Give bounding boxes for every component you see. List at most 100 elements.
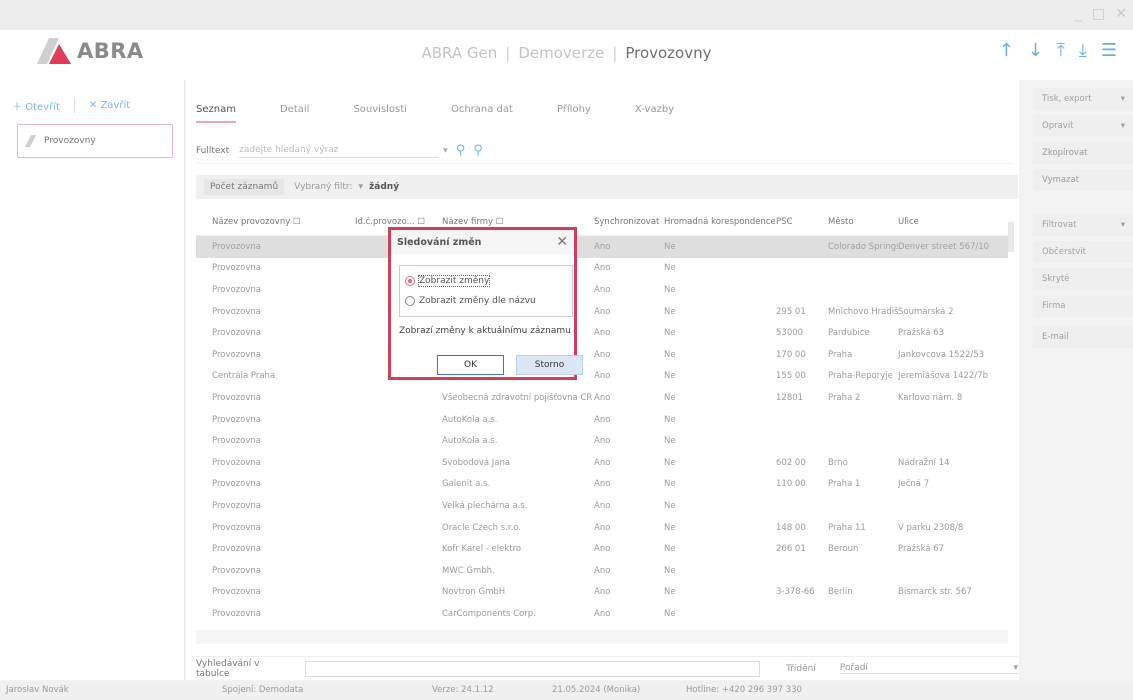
table-cell: Ano bbox=[594, 371, 611, 382]
table-cell: Jankovcova 1522/53 bbox=[898, 349, 985, 360]
col-header[interactable]: Město bbox=[828, 217, 898, 227]
radio-label: Zobrazit změny bbox=[417, 275, 491, 287]
fulltext-input[interactable]: zadejte hledaný výraz bbox=[239, 143, 440, 158]
col-header[interactable]: PSČ bbox=[776, 217, 828, 227]
ok-button[interactable]: OK bbox=[437, 355, 504, 375]
arrow-top-icon[interactable]: ⤒ bbox=[1057, 40, 1065, 61]
search-icon[interactable]: ⚲ bbox=[456, 143, 466, 158]
filter-button[interactable]: Filtrovat ▾ bbox=[1033, 214, 1133, 236]
delete-button[interactable]: Vymazat bbox=[1033, 169, 1133, 191]
col-header[interactable]: Název firmy ☐ bbox=[442, 217, 594, 227]
firm-button[interactable]: Firma bbox=[1033, 295, 1133, 317]
fulltext-bar: Fulltext zadejte hledaný výraz ▾ ⚲ ⚲ bbox=[196, 138, 1011, 164]
table-cell: 295 01 bbox=[776, 306, 806, 317]
table-row[interactable]: Provozovna Svobodová Jana Ano Ne 602 00 Brno N… bbox=[196, 452, 1008, 474]
table-cell: Ano bbox=[594, 565, 611, 576]
table-cell: 53000 bbox=[776, 328, 804, 339]
col-header[interactable]: Synchronizovat bbox=[594, 217, 664, 227]
table-cell: Ano bbox=[594, 457, 611, 468]
radio-selected-icon bbox=[405, 276, 415, 286]
title-bar: _ □ ✕ bbox=[0, 0, 1133, 30]
advanced-search-icon[interactable]: ⚲ bbox=[473, 143, 483, 158]
tab-x-vazby[interactable]: X-vazby bbox=[635, 104, 674, 123]
open-button[interactable]: ＋ Otevřít bbox=[12, 98, 60, 113]
table-row[interactable]: Provozovna Ano Ne Colorado Springs Denver st… bbox=[196, 236, 1008, 258]
table-row[interactable]: Provozovna Ano Ne 295 01 Mnichovo Hradišti So… bbox=[196, 301, 1008, 323]
table-row[interactable]: Provozovna Ano Ne bbox=[196, 258, 1008, 280]
col-header[interactable]: Název provozovny ☐ bbox=[196, 217, 355, 227]
table-cell: Jeremiášova 1422/7b bbox=[898, 371, 988, 382]
table-row[interactable]: Provozovna AutoKola a.s. Ano Ne bbox=[196, 430, 1008, 452]
arrow-up-icon[interactable]: ↑ bbox=[999, 40, 1014, 61]
close-icon[interactable]: ✕ bbox=[556, 234, 568, 250]
arrow-down-icon[interactable]: ↓ bbox=[1028, 40, 1043, 61]
tab-prilohy[interactable]: Přílohy bbox=[557, 104, 591, 123]
table-row[interactable]: Provozovna Kofr Karel - elektro Ano Ne 266 0… bbox=[196, 538, 1008, 560]
maximize-button[interactable]: □ bbox=[1092, 6, 1105, 22]
table-row[interactable]: Provozovna MWC Gmbh. Ano Ne bbox=[196, 560, 1008, 582]
scroll-thumb[interactable] bbox=[1008, 222, 1014, 252]
nav-item-provozovny[interactable]: Provozovny bbox=[17, 124, 173, 158]
menu-icon[interactable]: ☰ bbox=[1101, 40, 1117, 61]
table-cell: 110 00 bbox=[776, 479, 806, 490]
table-search-input[interactable] bbox=[304, 660, 761, 677]
hidden-button[interactable]: Skryté bbox=[1033, 268, 1133, 290]
table-row[interactable]: Provozovna Oracle Czech s.r.o. Ano Ne 148 00… bbox=[196, 517, 1008, 539]
minimize-button[interactable]: _ bbox=[1075, 6, 1082, 22]
table-cell: Ano bbox=[594, 587, 611, 598]
radio-show-changes-by-name[interactable]: Zobrazit změny dle názvu bbox=[405, 296, 536, 306]
table-row[interactable]: Provozovna CarComponents Corp. Ano Ne bbox=[196, 603, 1008, 625]
email-button[interactable]: E-mail bbox=[1033, 326, 1133, 348]
cancel-button[interactable]: Storno bbox=[516, 355, 583, 375]
col-header[interactable]: Id.č.provozo... ☐ bbox=[355, 217, 442, 227]
left-panel: ＋ Otevřít ✕ Zavřít Provozovny bbox=[0, 80, 185, 680]
table-row[interactable]: Provozovna Ano Ne 170 00 Praha Jankovcova 152… bbox=[196, 344, 1008, 366]
env-name: Demoverze bbox=[518, 44, 605, 62]
table-cell: Ano bbox=[594, 328, 611, 339]
record-count-button[interactable]: Počet záznamů bbox=[204, 179, 285, 195]
table-row[interactable]: Provozovna Ano Ne bbox=[196, 279, 1008, 301]
vertical-scrollbar[interactable] bbox=[1006, 208, 1016, 628]
table-cell: Karlovo nám. 8 bbox=[898, 392, 963, 403]
table-row[interactable]: Provozovna Galenit a.s. Ano Ne 110 00 Praha 1… bbox=[196, 474, 1008, 496]
filter-dropdown-icon[interactable]: ▾ bbox=[359, 182, 364, 192]
table-cell: Ano bbox=[594, 306, 611, 317]
close-button[interactable]: ✕ Zavřít bbox=[89, 100, 130, 111]
table-row[interactable]: Provozovna AutoKola a.s. Ano Ne bbox=[196, 409, 1008, 431]
table-row[interactable]: Provozovna Novtron GmbH Ano Ne 3-378-66 Berli… bbox=[196, 582, 1008, 604]
edit-button[interactable]: Opravit ▾ bbox=[1033, 115, 1133, 137]
sort-select[interactable]: Pořadí ▾ bbox=[839, 663, 1018, 674]
tab-detail[interactable]: Detail bbox=[280, 104, 309, 123]
table-cell: Ano bbox=[594, 522, 611, 533]
status-user: Jaroslav Novák bbox=[6, 685, 69, 695]
radio-icon bbox=[405, 296, 415, 306]
table-cell: Provozovna bbox=[212, 414, 262, 425]
close-window-button[interactable]: ✕ bbox=[1115, 6, 1127, 22]
table-cell: Pardubice bbox=[828, 328, 870, 339]
refresh-button[interactable]: Občerstvit bbox=[1033, 241, 1133, 263]
radio-show-changes[interactable]: Zobrazit změny bbox=[405, 275, 491, 287]
tab-seznam[interactable]: Seznam bbox=[196, 104, 236, 123]
dropdown-arrow-icon[interactable]: ▾ bbox=[443, 146, 448, 156]
table-cell: Praha-Řeporyje bbox=[828, 371, 893, 382]
table-row[interactable]: Provozovna Velká plechárna a.s. Ano Ne bbox=[196, 495, 1008, 517]
print-export-button[interactable]: Tisk, export ▾ bbox=[1033, 88, 1133, 110]
table-row[interactable]: Provozovna Všeobecná zdravotní pojišťovna… bbox=[196, 387, 1008, 409]
table-cell: MWC Gmbh. bbox=[442, 565, 495, 576]
tab-ochrana-dat[interactable]: Ochrana dat bbox=[451, 104, 513, 123]
table-cell: 602 00 bbox=[776, 457, 806, 468]
horizontal-scrollbar[interactable] bbox=[196, 630, 1008, 644]
tab-bar: Seznam Detail Souvislosti Ochrana dat Př… bbox=[196, 104, 718, 123]
tab-souvislosti[interactable]: Souvislosti bbox=[353, 104, 407, 123]
table-cell: Provozovna bbox=[212, 392, 262, 403]
col-header[interactable]: Hromadná korespondence bbox=[664, 217, 776, 227]
table-row[interactable]: Centrála Praha Ano Ne 155 00 Praha-Řeporyje J… bbox=[196, 366, 1008, 388]
table-cell: 266 01 bbox=[776, 544, 806, 555]
copy-button[interactable]: Zkopírovat bbox=[1033, 142, 1133, 164]
col-header[interactable]: Ulice bbox=[898, 217, 1008, 227]
arrow-bottom-icon[interactable]: ⤓ bbox=[1079, 40, 1087, 61]
divider bbox=[73, 98, 75, 113]
table-cell: 155 00 bbox=[776, 371, 806, 382]
table-row[interactable]: Provozovna Ano Ne 53000 Pardubice Pražská 63 bbox=[196, 322, 1008, 344]
table-cell: Oracle Czech s.r.o. bbox=[442, 522, 522, 533]
